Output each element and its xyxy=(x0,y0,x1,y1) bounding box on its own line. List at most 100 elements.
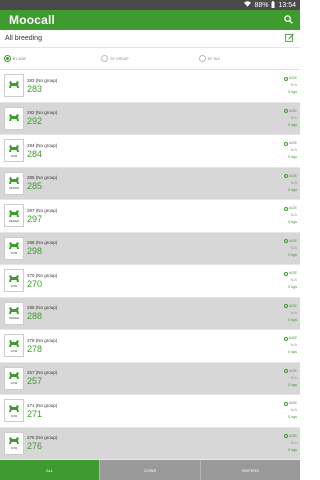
page-title: All breeding xyxy=(5,35,42,42)
animal-info: 285 (No group) 285 xyxy=(27,175,284,191)
cow-icon xyxy=(8,241,20,251)
animal-meta: AGE N/A 0 kgs xyxy=(283,205,297,226)
cow-icon xyxy=(8,144,20,154)
animal-type-tag: HEIFER xyxy=(9,317,19,321)
weight-value: 0 kgs xyxy=(287,155,297,160)
search-icon[interactable] xyxy=(284,11,293,29)
animal-type-tag: COW xyxy=(10,284,18,288)
animal-meta: AGE N/A 0 kgs xyxy=(283,140,297,161)
animal-thumbnail: HEIFER xyxy=(4,171,24,195)
animal-title: 276 (No group) xyxy=(27,435,58,441)
age-value: N/A xyxy=(290,343,297,348)
animal-number: 278 xyxy=(27,343,43,354)
age-value: N/A xyxy=(290,278,297,283)
animal-info: 297 (No group) 297 xyxy=(27,208,284,224)
weight-value: 0 kgs xyxy=(287,252,297,257)
clock-icon xyxy=(283,76,288,81)
animal-info: 284 (No group) 284 xyxy=(27,143,284,159)
animal-meta: AGE N/A 0 kgs xyxy=(283,433,297,454)
animal-title: 284 (No group) xyxy=(27,142,58,148)
age-label: AGE xyxy=(283,335,297,342)
age-value: N/A xyxy=(290,408,297,413)
sort-by-age-label: BY AGE xyxy=(13,56,26,61)
list-item[interactable]: COW 276 (No group) 276 AGE N/A 0 kgs xyxy=(0,427,300,460)
animal-title: 283 (No group) xyxy=(27,77,58,83)
age-text: AGE xyxy=(288,238,297,243)
cow-icon xyxy=(8,113,20,123)
weight-value: 0 kgs xyxy=(287,447,297,452)
age-label: AGE xyxy=(283,238,297,245)
cow-icon xyxy=(8,274,20,284)
animal-title: 271 (No group) xyxy=(27,402,58,408)
animal-number: 271 xyxy=(27,408,43,419)
weight-value: 0 kgs xyxy=(287,415,297,420)
edit-icon[interactable] xyxy=(285,33,294,44)
age-label: AGE xyxy=(283,303,297,310)
cow-icon xyxy=(8,176,20,186)
tab-all[interactable]: ALL xyxy=(0,460,100,480)
list-item[interactable]: COW 298 (No group) 298 AGE N/A 0 kgs xyxy=(0,232,300,265)
animal-thumbnail: COW xyxy=(4,399,24,423)
weight-value: 0 kgs xyxy=(287,285,297,290)
animal-number: 292 xyxy=(27,116,43,127)
animal-thumbnail: COW xyxy=(4,334,24,358)
clock-icon xyxy=(283,271,288,276)
age-label: AGE xyxy=(283,140,297,147)
animal-thumbnail xyxy=(4,106,24,130)
tab-cows[interactable]: COWS xyxy=(99,460,200,480)
list-item[interactable]: COW 257 (No group) 257 AGE N/A 0 kgs xyxy=(0,362,300,395)
age-label: AGE xyxy=(283,433,297,440)
tab-heifers[interactable]: HEIFERS xyxy=(199,460,300,480)
list-item[interactable]: HEIFER 297 (No group) 297 AGE N/A 0 kgs xyxy=(0,200,300,233)
animal-number: 297 xyxy=(27,213,43,224)
list-item[interactable]: COW 278 (No group) 278 AGE N/A 0 kgs xyxy=(0,330,300,363)
animal-meta: AGE N/A 0 kgs xyxy=(283,173,297,194)
cow-icon xyxy=(8,371,20,381)
cow-icon xyxy=(8,404,20,414)
animal-thumbnail xyxy=(4,74,24,98)
sort-by-tag[interactable]: BY TAG xyxy=(198,55,296,62)
age-value: N/A xyxy=(290,310,297,315)
animal-number: 283 xyxy=(27,83,43,94)
animal-number: 270 xyxy=(27,278,43,289)
animal-meta: AGE N/A 0 kgs xyxy=(283,75,297,96)
list-item[interactable]: COW 284 (No group) 284 AGE N/A 0 kgs xyxy=(0,135,300,168)
animal-info: 288 (No group) 288 xyxy=(27,305,284,321)
clock-icon xyxy=(283,369,288,374)
animal-thumbnail: COW xyxy=(4,431,24,455)
age-value: N/A xyxy=(290,148,297,153)
sort-by-group[interactable]: BY GROUP xyxy=(101,55,198,62)
clock-icon xyxy=(283,304,288,309)
animal-title: 270 (No group) xyxy=(27,272,58,278)
weight-value: 0 kgs xyxy=(287,350,297,355)
age-value: N/A xyxy=(290,115,297,120)
age-text: AGE xyxy=(288,401,297,406)
animal-thumbnail: HEIFER xyxy=(4,204,24,228)
list-item[interactable]: 292 (No group) 292 AGE N/A 0 kgs xyxy=(0,102,300,135)
sort-by-group-label: BY GROUP xyxy=(110,56,129,61)
age-label: AGE xyxy=(283,400,297,407)
weight-value: 0 kgs xyxy=(287,90,297,95)
list-item[interactable]: HEIFER 288 (No group) 288 AGE N/A 0 kgs xyxy=(0,297,300,330)
clock-icon xyxy=(283,239,288,244)
clock-icon xyxy=(283,401,288,406)
animal-info: 292 (No group) 292 xyxy=(27,110,284,126)
age-label: AGE xyxy=(283,108,297,115)
animal-type-tag: COW xyxy=(10,349,18,353)
app-bar: Moocall xyxy=(0,10,300,30)
weight-value: 0 kgs xyxy=(287,382,297,387)
clock-icon xyxy=(283,174,288,179)
animal-number: 298 xyxy=(27,246,43,257)
animal-type-tag: COW xyxy=(10,414,18,418)
status-bar: 88% 13:54 xyxy=(0,0,300,10)
list-item[interactable]: COW 270 (No group) 270 AGE N/A 0 kgs xyxy=(0,265,300,298)
list-item[interactable]: COW 271 (No group) 271 AGE N/A 0 kgs xyxy=(0,395,300,428)
animal-list[interactable]: 283 (No group) 283 AGE N/A 0 kgs 292 (No grou… xyxy=(0,70,300,460)
battery-icon xyxy=(271,0,275,10)
sort-by-age[interactable]: BY AGE xyxy=(4,55,101,62)
clock-icon xyxy=(283,336,288,341)
list-item[interactable]: HEIFER 285 (No group) 285 AGE N/A 0 kgs xyxy=(0,167,300,200)
sort-by-tag-label: BY TAG xyxy=(207,56,221,61)
list-item[interactable]: 283 (No group) 283 AGE N/A 0 kgs xyxy=(0,70,300,103)
radio-icon xyxy=(4,55,11,62)
